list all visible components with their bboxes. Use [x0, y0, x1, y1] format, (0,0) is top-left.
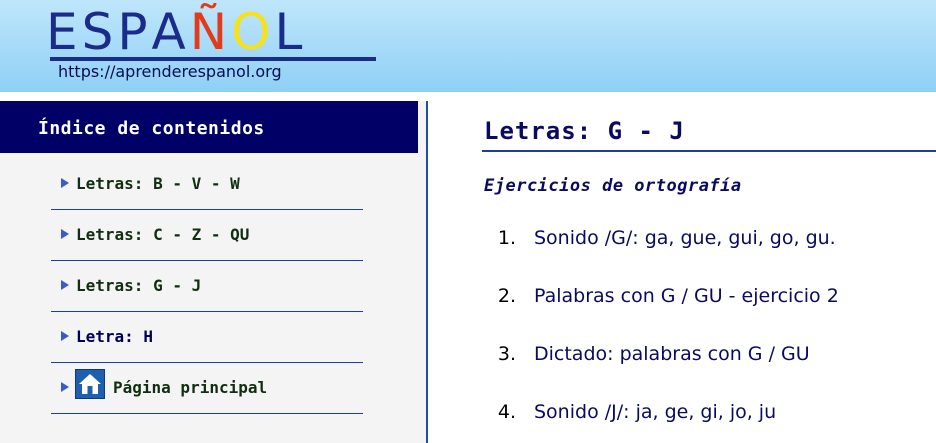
- triangle-right-icon: [61, 229, 69, 239]
- logo-url-text: https://aprenderespanol.org: [58, 62, 282, 81]
- logo-letter: L: [274, 3, 307, 61]
- triangle-right-icon: [61, 382, 69, 392]
- home-icon: [75, 369, 105, 399]
- logo-letter: E: [46, 3, 82, 61]
- sidebar: Índice de contenidos Letras: B - V - W L…: [0, 101, 428, 443]
- sidebar-item-letra-h[interactable]: Letra: H: [51, 312, 363, 363]
- logo-letter: A: [151, 3, 190, 61]
- exercise-link[interactable]: Sonido /J/: ja, ge, gi, jo, ju: [534, 401, 776, 423]
- site-header: ESPAÑOL https://aprenderespanol.org: [0, 0, 936, 92]
- logo-letter: P: [117, 3, 152, 61]
- sidebar-item-letras-g-j[interactable]: Letras: G - J: [51, 261, 363, 312]
- section-heading: Ejercicios de ortografía: [484, 176, 742, 196]
- sidebar-item-label: Letras: B - V - W: [76, 174, 240, 193]
- sidebar-header: Índice de contenidos: [0, 101, 418, 153]
- sidebar-item-letras-b-v-w[interactable]: Letras: B - V - W: [51, 159, 363, 210]
- page-title: Letras: G - J: [484, 117, 685, 145]
- exercise-number: 1.: [497, 227, 516, 249]
- sidebar-item-label: Letras: G - J: [76, 276, 202, 295]
- triangle-right-icon: [61, 280, 69, 290]
- sidebar-item-label: Página principal: [113, 378, 268, 397]
- logo-letter: S: [81, 3, 118, 61]
- triangle-right-icon: [61, 331, 69, 341]
- exercise-link[interactable]: Palabras con G / GU - ejercicio 2: [534, 285, 839, 307]
- logo-letter: O: [231, 3, 275, 61]
- exercise-number: 3.: [497, 343, 516, 365]
- exercise-link[interactable]: Sonido /G/: ga, gue, gui, go, gu.: [534, 227, 836, 249]
- title-divider: [482, 150, 936, 152]
- sidebar-item-letras-c-z-qu[interactable]: Letras: C - Z - QU: [51, 210, 363, 261]
- triangle-right-icon: [61, 178, 69, 188]
- logo-letter: Ñ: [189, 3, 232, 61]
- logo-underline: [50, 57, 376, 61]
- sidebar-item-label: Letra: H: [76, 327, 154, 346]
- site-logo[interactable]: ESPAÑOL https://aprenderespanol.org: [46, 6, 378, 84]
- sidebar-title: Índice de contenidos: [38, 118, 265, 139]
- sidebar-item-pagina-principal[interactable]: Página principal: [51, 363, 363, 414]
- logo-wordmark: ESPAÑOL: [46, 6, 306, 58]
- exercise-number: 2.: [497, 285, 516, 307]
- exercise-number: 4.: [497, 401, 516, 423]
- main-content: Letras: G - J Ejercicios de ortografía 1…: [428, 101, 936, 443]
- sidebar-item-label: Letras: C - Z - QU: [76, 225, 250, 244]
- exercise-link[interactable]: Dictado: palabras con G / GU: [534, 343, 810, 365]
